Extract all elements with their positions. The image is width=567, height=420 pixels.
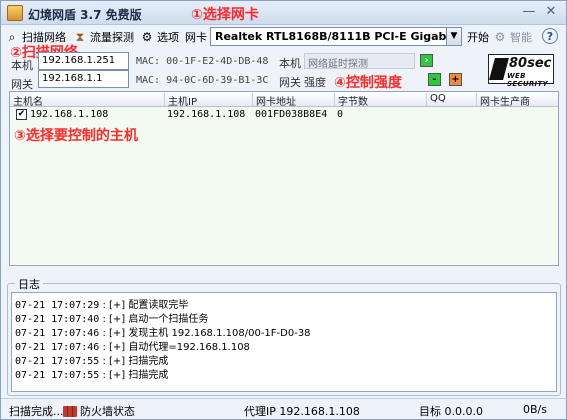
annotation-select-nic: ①选择网卡 — [191, 7, 259, 23]
log-line: 07-21 17:07:46 : [+] 自动代理=192.168.1.108 — [15, 342, 250, 353]
gateway-label: 网关 — [11, 78, 33, 91]
col-hostname[interactable]: 主机名 — [10, 93, 165, 108]
gateway-ip-field[interactable]: 192.168.1.1 — [38, 70, 129, 88]
cell-hostname: 192.168.1.108 — [30, 109, 109, 120]
target-ip: 目标 0.0.0.0 — [419, 405, 483, 418]
log-line: 07-21 17:07:55 : [+] 扫描完成 — [15, 356, 169, 367]
gateway-mac: MAC: 94-0C-6D-39-B1-3C — [136, 75, 269, 86]
nic-label: 网卡 — [185, 31, 207, 44]
options-label: 选项 — [157, 31, 179, 44]
local-mac: MAC: 00-1F-E2-4D-DB-48 — [136, 56, 269, 67]
log-title: 日志 — [15, 276, 43, 292]
local-ip-field[interactable]: 192.168.1.251 — [38, 52, 129, 70]
strength-decrease-button[interactable]: - — [428, 73, 441, 86]
scan-status: 扫描完成... — [9, 405, 64, 418]
log-list[interactable]: 07-21 17:07:29 : [+] 配置读取完毕 07-21 17:07:… — [11, 292, 557, 392]
nic-select[interactable]: Realtek RTL8168B/8111B PCI-E Gigabit Eth… — [210, 27, 462, 46]
latency-probe-box: 网络延时探测 — [304, 53, 415, 70]
col-mac[interactable]: 网卡地址 — [253, 93, 335, 108]
local-right-label: 本机 — [279, 57, 301, 70]
80sec-logo: 80sec WEB SECURITY — [488, 54, 554, 88]
gateway-right-label: 网关 — [279, 76, 301, 89]
firewall-icon — [63, 405, 77, 417]
col-bytes[interactable]: 字节数 — [335, 93, 427, 108]
strength-label: 强度 — [304, 76, 326, 89]
status-bar: 扫描完成... 防火墙状态 代理IP 192.168.1.108 目标 0.0.… — [1, 398, 566, 419]
host-table: 主机名 主机IP 网卡地址 字节数 QQ 网卡生产商 ✔ 192.168.1.1… — [9, 91, 559, 266]
col-qq[interactable]: QQ — [427, 93, 477, 106]
options-button[interactable]: ⚙ 选项 — [140, 29, 179, 45]
window-title: 幻境网盾 3.7 免费版 — [28, 8, 142, 22]
title-bar: 幻境网盾 3.7 免费版 ①选择网卡 — ✕ — [1, 1, 566, 25]
logo-big-text: 80sec — [509, 56, 552, 71]
logo-small-text: WEB SECURITY — [507, 72, 548, 88]
log-line: 07-21 17:07:40 : [+] 启动一个扫描任务 — [15, 314, 209, 325]
cell-bytes: 0 — [337, 109, 344, 120]
smart-label: 智能 — [510, 31, 532, 44]
log-line: 07-21 17:07:29 : [+] 配置读取完毕 — [15, 300, 189, 311]
speed: 0B/s — [523, 403, 547, 416]
firewall-status[interactable]: 防火墙状态 — [63, 403, 135, 419]
log-line: 07-21 17:07:55 : [+] 扫描完成 — [15, 370, 169, 381]
cell-mac: 001FD038B8E4 — [255, 109, 328, 120]
smart-button[interactable]: ⚙ 智能 — [493, 29, 532, 45]
app-window: 幻境网盾 3.7 免费版 ①选择网卡 — ✕ ⌕ 扫描网络 ⧗ 流量探测 ⚙ 选… — [0, 0, 567, 420]
firewall-label: 防火墙状态 — [80, 405, 135, 418]
host-checkbox[interactable]: ✔ — [16, 109, 27, 120]
local-label: 本机 — [11, 59, 33, 72]
annotation-select-host: ③选择要控制的主机 — [14, 128, 138, 144]
table-header: 主机名 主机IP 网卡地址 字节数 QQ 网卡生产商 — [10, 92, 558, 108]
start-button[interactable]: 开始 — [467, 29, 489, 45]
help-icon[interactable]: ? — [542, 28, 558, 44]
table-row[interactable]: ✔ 192.168.1.108 192.168.1.108 001FD038B8… — [10, 107, 558, 123]
cell-host-ip: 192.168.1.108 — [167, 109, 246, 120]
strength-increase-button[interactable]: + — [449, 73, 462, 86]
chevron-down-icon[interactable]: ▼ — [446, 28, 461, 45]
gear-icon: ⚙ — [141, 30, 153, 44]
traffic-detect-label: 流量探测 — [90, 31, 134, 44]
col-host-ip[interactable]: 主机IP — [165, 93, 253, 108]
col-vendor[interactable]: 网卡生产商 — [477, 93, 558, 108]
minimize-button[interactable]: — — [520, 4, 538, 20]
log-line: 07-21 17:07:46 : [+] 发现主机 192.168.1.108/… — [15, 328, 311, 339]
traffic-detect-button[interactable]: ⧗ 流量探测 — [73, 29, 134, 45]
annotation-control-strength: ④控制强度 — [334, 75, 402, 91]
logo-mark-icon — [489, 58, 509, 80]
close-button[interactable]: ✕ — [542, 4, 560, 20]
smart-icon: ⚙ — [494, 30, 506, 44]
proxy-ip: 代理IP 192.168.1.108 — [244, 405, 360, 418]
app-shield-icon — [7, 5, 23, 21]
latency-go-icon[interactable]: › — [420, 54, 433, 67]
